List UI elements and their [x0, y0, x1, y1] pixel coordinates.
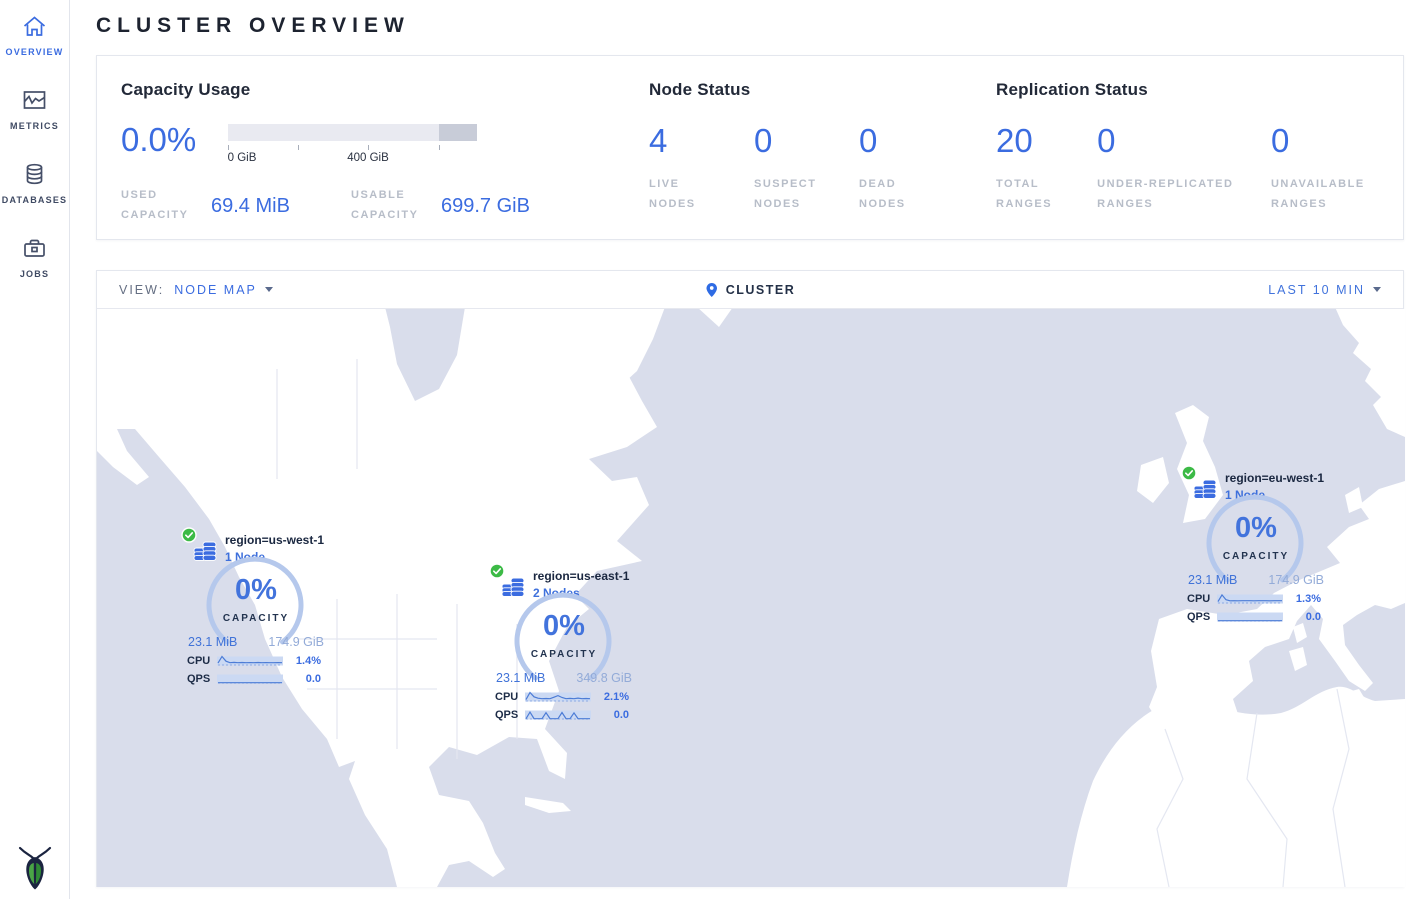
node-region-label: region=eu-west-1: [1225, 467, 1324, 485]
dead-nodes-stat: 0 DEAD NODES: [859, 124, 964, 215]
under-replicated-ranges-stat: 0 UNDER-REPLICATED RANGES: [1097, 124, 1271, 215]
location-pin-icon: [705, 281, 719, 299]
capacity-percent: 0%: [200, 574, 312, 607]
chevron-down-icon[interactable]: [265, 287, 273, 292]
metrics-icon: [21, 87, 48, 114]
node-status-title: Node Status: [649, 80, 996, 100]
map-node-us-west-1[interactable]: region=us-west-1 1 Node 0% CAPACITY 23.1…: [187, 529, 325, 685]
cockroachdb-logo: [0, 845, 69, 891]
node-region-label: region=us-west-1: [225, 529, 324, 547]
qps-sparkline: [1217, 610, 1283, 623]
node-total-capacity: 174.9 GiB: [1268, 573, 1324, 587]
database-icon: [21, 161, 48, 188]
qps-value: 0.0: [591, 709, 629, 721]
sidebar-item-jobs[interactable]: JOBS: [20, 235, 49, 279]
page-title: CLUSTER OVERVIEW: [96, 14, 1404, 38]
node-map-card: VIEW: NODE MAP CLUSTER LAST 10 MIN: [96, 270, 1404, 887]
node-used-capacity: 23.1 MiB: [1188, 573, 1237, 587]
qps-metric-row: QPS 0.0: [1187, 610, 1325, 623]
total-ranges-value: 20: [996, 124, 1097, 157]
sidebar: OVERVIEW METRICS DATABASES JOBS: [0, 0, 70, 899]
sidebar-item-label: JOBS: [20, 269, 49, 279]
sidebar-item-databases[interactable]: DATABASES: [2, 161, 67, 205]
node-total-capacity: 174.9 GiB: [268, 635, 324, 649]
node-region-label: region=us-east-1: [533, 565, 629, 583]
sidebar-item-label: METRICS: [10, 121, 59, 131]
capacity-usage-title: Capacity Usage: [121, 80, 649, 100]
capacity-ring-label: CAPACITY: [508, 649, 620, 660]
suspect-nodes-stat: 0 SUSPECT NODES: [754, 124, 859, 215]
qps-label: QPS: [495, 709, 525, 721]
suspect-nodes-label: SUSPECT NODES: [754, 175, 824, 215]
under-replicated-ranges-label: UNDER-REPLICATED RANGES: [1097, 175, 1257, 215]
capacity-bar-dark-segment: [439, 124, 477, 141]
usable-capacity-value: 699.7 GiB: [441, 195, 530, 218]
view-label: VIEW:: [119, 283, 164, 297]
qps-value: 0.0: [1283, 611, 1321, 623]
home-icon: [21, 13, 48, 40]
capacity-bar: 0 GiB 400 GiB: [228, 124, 477, 156]
sidebar-item-metrics[interactable]: METRICS: [10, 87, 59, 131]
capacity-ring-label: CAPACITY: [200, 613, 312, 624]
view-selector[interactable]: NODE MAP: [174, 283, 257, 297]
node-status-section: Node Status 4 LIVE NODES 0 SUSPECT NODES…: [649, 80, 996, 213]
total-ranges-stat: 20 TOTAL RANGES: [996, 124, 1097, 215]
qps-label: QPS: [1187, 611, 1217, 623]
summary-card: Capacity Usage 0.0% 0 GiB 400 GiB USED C…: [96, 55, 1404, 240]
node-total-capacity: 349.8 GiB: [576, 671, 632, 685]
under-replicated-ranges-value: 0: [1097, 124, 1271, 157]
used-capacity-value: 69.4 MiB: [211, 195, 351, 218]
sidebar-item-label: OVERVIEW: [6, 47, 64, 57]
qps-metric-row: QPS 0.0: [495, 708, 633, 721]
capacity-axis-tick: 400 GiB: [347, 152, 389, 164]
replication-status-section: Replication Status 20 TOTAL RANGES 0 UND…: [996, 80, 1379, 213]
node-used-capacity: 23.1 MiB: [496, 671, 545, 685]
live-nodes-label: LIVE NODES: [649, 175, 719, 215]
breadcrumb-cluster: CLUSTER: [726, 283, 796, 297]
map-toolbar: VIEW: NODE MAP CLUSTER LAST 10 MIN: [97, 271, 1403, 309]
qps-label: QPS: [187, 673, 217, 685]
usable-capacity-label: USABLE CAPACITY: [351, 186, 441, 226]
capacity-usage-section: Capacity Usage 0.0% 0 GiB 400 GiB USED C…: [121, 80, 649, 213]
time-range-selector[interactable]: LAST 10 MIN: [1268, 283, 1365, 297]
sidebar-item-label: DATABASES: [2, 195, 67, 205]
replication-status-title: Replication Status: [996, 80, 1379, 100]
total-ranges-label: TOTAL RANGES: [996, 175, 1097, 215]
qps-value: 0.0: [283, 673, 321, 685]
suspect-nodes-value: 0: [754, 124, 859, 157]
node-used-capacity: 23.1 MiB: [188, 635, 237, 649]
sidebar-item-overview[interactable]: OVERVIEW: [6, 13, 64, 57]
live-nodes-stat: 4 LIVE NODES: [649, 124, 754, 215]
unavailable-ranges-label: UNAVAILABLE RANGES: [1271, 175, 1379, 215]
capacity-ring-label: CAPACITY: [1200, 551, 1312, 562]
qps-sparkline: [525, 708, 591, 721]
briefcase-icon: [21, 235, 48, 262]
unavailable-ranges-stat: 0 UNAVAILABLE RANGES: [1271, 124, 1379, 215]
capacity-percent: 0%: [508, 610, 620, 643]
main-content: CLUSTER OVERVIEW Capacity Usage 0.0% 0 G…: [70, 0, 1418, 887]
map-node-eu-west-1[interactable]: region=eu-west-1 1 Node 0% CAPACITY 23.1…: [1187, 467, 1325, 623]
map-node-us-east-1[interactable]: region=us-east-1 2 Nodes 0% CAPACITY 23.…: [495, 565, 633, 721]
chevron-down-icon[interactable]: [1373, 287, 1381, 292]
used-capacity-label: USED CAPACITY: [121, 186, 211, 226]
dead-nodes-value: 0: [859, 124, 964, 157]
live-nodes-value: 4: [649, 124, 754, 157]
capacity-used-percent: 0.0%: [121, 123, 228, 156]
capacity-percent: 0%: [1200, 512, 1312, 545]
capacity-axis-tick: 0 GiB: [228, 152, 257, 164]
dead-nodes-label: DEAD NODES: [859, 175, 929, 215]
node-map[interactable]: region=us-west-1 1 Node 0% CAPACITY 23.1…: [97, 309, 1405, 887]
unavailable-ranges-value: 0: [1271, 124, 1379, 157]
qps-sparkline: [217, 672, 283, 685]
qps-metric-row: QPS 0.0: [187, 672, 325, 685]
